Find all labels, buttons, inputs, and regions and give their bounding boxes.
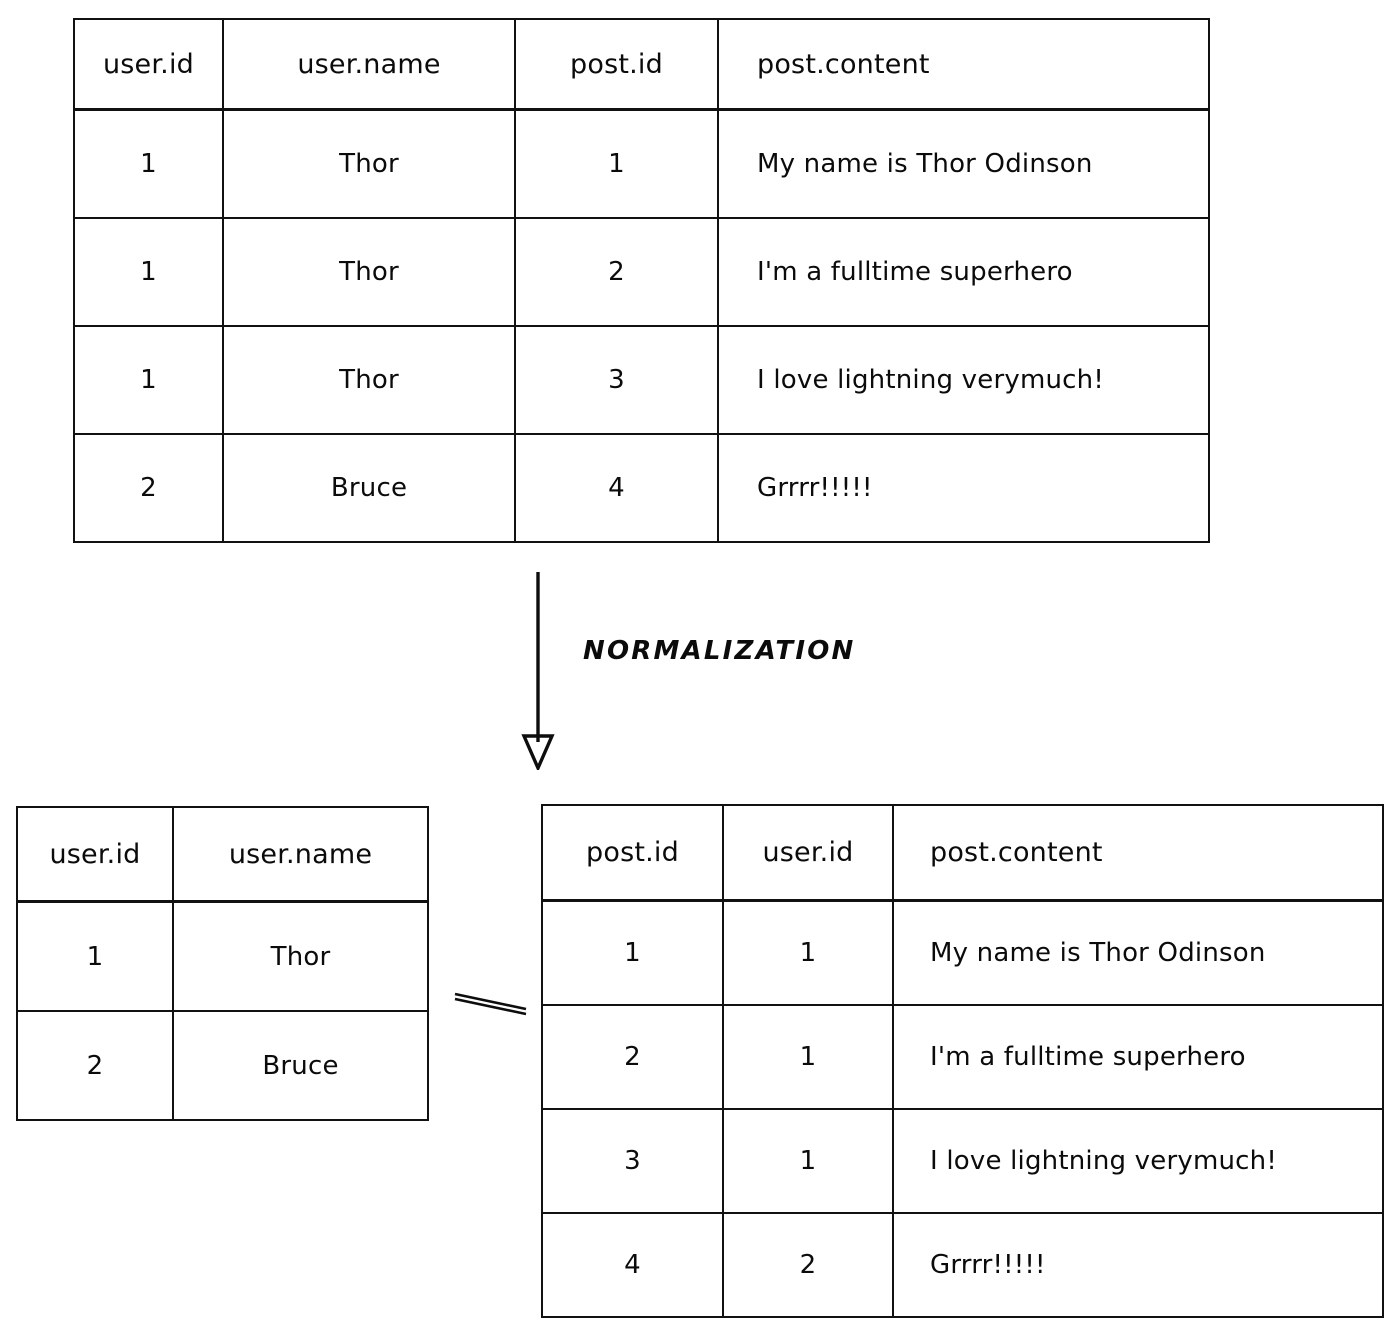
cell-post-content: I'm a fulltime superhero <box>892 1004 1384 1110</box>
column-header-user-id: user.id <box>73 18 224 111</box>
cell-user-id: 1 <box>16 900 174 1012</box>
normalization-label: NORMALIZATION <box>583 636 856 666</box>
table-row: 2 Bruce <box>16 1010 429 1121</box>
cell-user-id: 1 <box>73 217 224 327</box>
posts-table: post.id user.id post.content 1 1 My name… <box>541 804 1384 1319</box>
cell-user-id: 1 <box>722 1004 894 1110</box>
denormalized-table: user.id user.name post.id post.content 1… <box>73 18 1210 543</box>
column-header-user-id: user.id <box>16 806 174 903</box>
down-arrow-icon <box>521 572 555 770</box>
column-header-post-content: post.content <box>892 804 1384 902</box>
cell-post-content: Grrrr!!!!! <box>717 433 1210 543</box>
cell-post-content: I'm a fulltime superhero <box>717 217 1210 327</box>
table-row: 4 2 Grrrr!!!!! <box>541 1211 1384 1319</box>
column-header-post-id: post.id <box>514 18 719 111</box>
cell-user-name: Thor <box>222 217 516 327</box>
column-header-post-id: post.id <box>541 804 724 902</box>
column-header-user-id: user.id <box>722 804 894 902</box>
cell-user-id: 1 <box>722 1108 894 1214</box>
table-row: 1 Thor 1 My name is Thor Odinson <box>73 108 1210 219</box>
cell-user-name: Thor <box>172 900 429 1012</box>
cell-user-name: Thor <box>222 108 516 219</box>
cell-post-id: 4 <box>514 433 719 543</box>
table-row: 2 1 I'm a fulltime superhero <box>541 1004 1384 1110</box>
users-table: user.id user.name 1 Thor 2 Bruce <box>16 806 429 1121</box>
cell-user-name: Thor <box>222 325 516 435</box>
cell-post-id: 3 <box>541 1108 724 1214</box>
column-header-user-name: user.name <box>222 18 516 111</box>
cell-post-id: 1 <box>514 108 719 219</box>
table-header-row: user.id user.name <box>16 806 429 903</box>
cell-user-id: 1 <box>73 325 224 435</box>
cell-user-name: Bruce <box>222 433 516 543</box>
cell-post-content: My name is Thor Odinson <box>717 108 1210 219</box>
cell-post-content: Grrrr!!!!! <box>892 1211 1384 1319</box>
cell-post-id: 4 <box>541 1211 724 1319</box>
cell-post-content: My name is Thor Odinson <box>892 899 1384 1007</box>
cell-user-id: 2 <box>722 1211 894 1319</box>
cell-user-id: 2 <box>73 433 224 543</box>
table-row: 1 Thor 3 I love lightning verymuch! <box>73 325 1210 435</box>
column-header-user-name: user.name <box>172 806 429 903</box>
table-row: 1 1 My name is Thor Odinson <box>541 899 1384 1007</box>
cell-user-id: 2 <box>16 1010 174 1121</box>
table-row: 1 Thor <box>16 900 429 1012</box>
table-row: 3 1 I love lightning verymuch! <box>541 1108 1384 1214</box>
cell-post-id: 2 <box>514 217 719 327</box>
table-header-row: post.id user.id post.content <box>541 804 1384 902</box>
table-header-row: user.id user.name post.id post.content <box>73 18 1210 111</box>
relation-connector-icon <box>454 992 527 1016</box>
cell-post-content: I love lightning verymuch! <box>717 325 1210 435</box>
cell-post-id: 1 <box>541 899 724 1007</box>
cell-post-content: I love lightning verymuch! <box>892 1108 1384 1214</box>
cell-user-id: 1 <box>73 108 224 219</box>
cell-post-id: 3 <box>514 325 719 435</box>
column-header-post-content: post.content <box>717 18 1210 111</box>
cell-user-id: 1 <box>722 899 894 1007</box>
cell-post-id: 2 <box>541 1004 724 1110</box>
cell-user-name: Bruce <box>172 1010 429 1121</box>
table-row: 2 Bruce 4 Grrrr!!!!! <box>73 433 1210 543</box>
table-row: 1 Thor 2 I'm a fulltime superhero <box>73 217 1210 327</box>
